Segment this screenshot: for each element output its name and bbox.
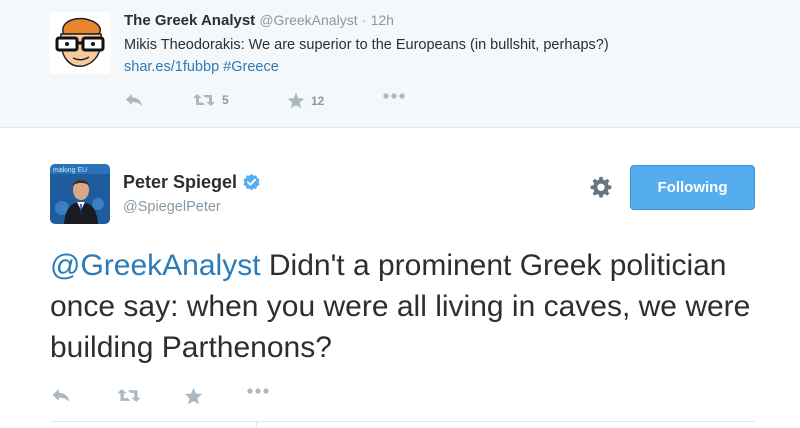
main-favorite-button[interactable] bbox=[184, 387, 203, 405]
main-retweet-button[interactable] bbox=[116, 387, 142, 404]
reply-button[interactable] bbox=[124, 92, 144, 108]
time-separator: · bbox=[361, 12, 367, 28]
parent-tweet-hashtag[interactable]: #Greece bbox=[223, 59, 279, 75]
retweet-count: 5 bbox=[222, 93, 229, 107]
favorite-count: 12 bbox=[311, 93, 325, 108]
main-author-name[interactable]: Peter Spiegel bbox=[123, 172, 237, 193]
more-button[interactable] bbox=[382, 92, 406, 100]
main-author-handle[interactable]: @SpiegelPeter bbox=[123, 199, 261, 215]
parent-tweet-links: shar.es/1fubbp #Greece bbox=[124, 59, 279, 75]
favorite-button[interactable]: 12 bbox=[287, 92, 324, 109]
following-button[interactable]: Following bbox=[630, 165, 755, 210]
divider bbox=[50, 421, 755, 422]
parent-tweet-url[interactable]: shar.es/1fubbp bbox=[124, 59, 219, 75]
retweet-button[interactable]: 5 bbox=[192, 92, 229, 108]
parent-tweet-header: The Greek Analyst @GreekAnalyst · 12h bbox=[124, 12, 394, 29]
star-icon bbox=[287, 92, 305, 109]
main-more-button[interactable] bbox=[246, 387, 270, 395]
cartoon-glasses-face-icon bbox=[49, 12, 111, 74]
parent-tweet[interactable]: The Greek Analyst @GreekAnalyst · 12h Mi… bbox=[0, 0, 800, 128]
main-tweet-text: @GreekAnalyst Didn't a prominent Greek p… bbox=[50, 245, 770, 368]
reply-icon bbox=[52, 389, 70, 402]
parent-avatar[interactable] bbox=[49, 12, 111, 74]
main-author: Peter Spiegel @SpiegelPeter bbox=[123, 172, 261, 215]
parent-tweet-actions: 5 12 bbox=[124, 92, 424, 112]
retweet-icon bbox=[193, 94, 215, 106]
verified-badge-icon bbox=[243, 173, 260, 191]
gear-icon[interactable] bbox=[590, 176, 612, 198]
more-dots-icon bbox=[247, 388, 269, 394]
tweet-mention[interactable]: @GreekAnalyst bbox=[50, 249, 261, 282]
main-avatar[interactable]: making EU bbox=[50, 164, 110, 224]
parent-author-name[interactable]: The Greek Analyst bbox=[124, 12, 255, 29]
reply-icon bbox=[126, 94, 142, 106]
more-dots-icon bbox=[383, 93, 405, 99]
parent-tweet-time[interactable]: 12h bbox=[371, 12, 394, 28]
avatar-text: making EU bbox=[53, 167, 87, 174]
divider-tick bbox=[256, 421, 257, 428]
star-icon bbox=[184, 387, 203, 405]
main-tweet-actions bbox=[50, 387, 350, 407]
main-reply-button[interactable] bbox=[50, 387, 72, 404]
person-photo-icon: making EU bbox=[50, 164, 110, 224]
parent-author-handle[interactable]: @GreekAnalyst bbox=[259, 12, 357, 28]
retweet-icon bbox=[117, 389, 141, 402]
parent-tweet-text: Mikis Theodorakis: We are superior to th… bbox=[124, 37, 609, 53]
